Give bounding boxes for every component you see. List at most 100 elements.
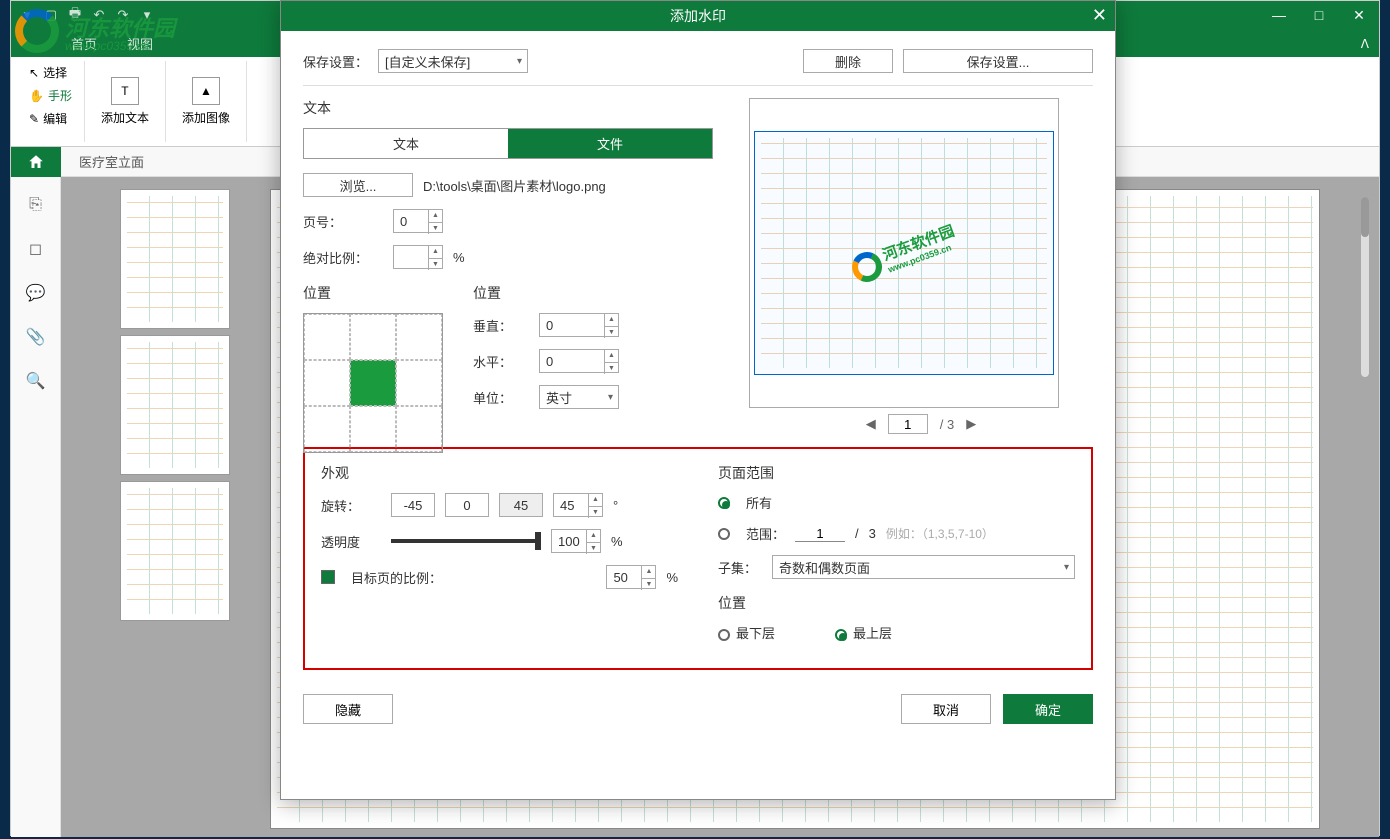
minimize-button[interactable]: — <box>1259 1 1299 29</box>
unit-select[interactable]: 英寸 <box>539 385 619 409</box>
ribbon-tab-view[interactable]: 视图 <box>127 34 153 53</box>
range-all-label: 所有 <box>746 493 772 512</box>
pencil-icon: ✎ <box>29 112 39 126</box>
position-grid-title: 位置 <box>303 283 443 303</box>
page-range-section-title: 页面范围 <box>718 463 1075 483</box>
rotate-neg45-button[interactable]: -45 <box>391 493 435 517</box>
position-offset-title: 位置 <box>473 283 713 303</box>
text-box-icon: T <box>111 77 139 105</box>
edit-tool[interactable]: ✎编辑 <box>25 107 76 130</box>
target-ratio-label: 目标页的比例： <box>351 568 461 587</box>
hand-tool[interactable]: ✋手形 <box>25 84 76 107</box>
bookmark-icon[interactable]: ◻ <box>26 239 46 259</box>
browse-button[interactable]: 浏览... <box>303 173 413 197</box>
opacity-label: 透明度 <box>321 532 381 551</box>
page-number-spinner[interactable]: 0▲▼ <box>393 209 443 233</box>
opacity-spinner[interactable]: 100▲▼ <box>551 529 601 553</box>
ok-button[interactable]: 确定 <box>1003 694 1093 724</box>
clipboard-icon[interactable]: ⎘ <box>26 195 46 215</box>
dialog-close-button[interactable]: ✕ <box>1092 5 1107 26</box>
close-window-button[interactable]: ✕ <box>1339 1 1379 29</box>
unit-label: 单位： <box>473 388 529 407</box>
text-file-tabs: 文本 文件 <box>303 128 713 159</box>
z-top-label: 最上层 <box>853 626 892 641</box>
dialog-title-bar: 添加水印 ✕ <box>281 1 1115 31</box>
abs-ratio-label: 绝对比例： <box>303 248 383 267</box>
home-tab-button[interactable] <box>11 147 61 177</box>
left-sidebar: ⎘ ◻ 💬 📎 🔍 <box>11 177 61 837</box>
qat-dropdown-icon[interactable]: ▾ <box>139 7 155 23</box>
vertical-spinner[interactable]: 0▲▼ <box>539 313 619 337</box>
z-top-radio[interactable] <box>835 629 847 641</box>
cancel-button[interactable]: 取消 <box>901 694 991 724</box>
rotate-unit: ° <box>613 498 618 513</box>
z-bottom-label: 最下层 <box>736 626 775 641</box>
range-from-input[interactable] <box>795 526 845 542</box>
tab-text[interactable]: 文本 <box>304 129 508 158</box>
z-bottom-radio[interactable] <box>718 629 730 641</box>
page-thumbnail[interactable] <box>120 481 230 621</box>
attachment-icon[interactable]: 📎 <box>26 327 46 347</box>
save-settings-label: 保存设置： <box>303 52 368 71</box>
add-watermark-dialog: 添加水印 ✕ 保存设置： [自定义未保存] 删除 保存设置... 文本 文本 文… <box>280 0 1116 800</box>
abs-ratio-spinner[interactable]: ▲▼ <box>393 245 443 269</box>
horizontal-spinner[interactable]: 0▲▼ <box>539 349 619 373</box>
target-ratio-spinner[interactable]: 50▲▼ <box>606 565 656 589</box>
rotate-0-button[interactable]: 0 <box>445 493 489 517</box>
add-image-button[interactable]: ▲ 添加图像 <box>166 61 247 142</box>
vertical-label: 垂直： <box>473 316 529 335</box>
page-number-label: 页号： <box>303 212 383 231</box>
home-icon <box>27 153 45 171</box>
rotate-label: 旋转： <box>321 496 381 515</box>
hand-icon: ✋ <box>29 89 44 103</box>
tab-file[interactable]: 文件 <box>508 129 712 158</box>
subset-label: 子集： <box>718 558 762 577</box>
ribbon-collapse-icon[interactable]: ᐱ <box>1361 37 1369 51</box>
range-label: 范围： <box>746 524 785 543</box>
delete-button[interactable]: 删除 <box>803 49 893 73</box>
position-grid-center[interactable] <box>350 360 396 406</box>
comment-icon[interactable]: 💬 <box>26 283 46 303</box>
range-to-text: 3 <box>869 526 876 541</box>
undo-icon[interactable]: ↶ <box>91 7 107 23</box>
qat-icon-2[interactable]: ▢ <box>43 7 59 23</box>
text-section-title: 文本 <box>303 98 713 118</box>
preview-page-input[interactable] <box>888 414 928 434</box>
range-example-text: 例如：（1,3,5,7-10） <box>886 525 994 542</box>
preview-next-icon[interactable]: ▶ <box>966 416 976 432</box>
page-thumbnail[interactable] <box>120 189 230 329</box>
rotate-spinner[interactable]: 45▲▼ <box>553 493 603 517</box>
position-grid[interactable] <box>303 313 443 453</box>
preview-panel: 河东软件园 www.pc0359.cn <box>749 98 1059 408</box>
save-settings-button[interactable]: 保存设置... <box>903 49 1093 73</box>
preview-page-total: / 3 <box>940 417 954 432</box>
target-ratio-checkbox[interactable] <box>321 570 335 584</box>
select-tool[interactable]: ↖选择 <box>25 61 76 84</box>
z-position-section-title: 位置 <box>718 593 1075 613</box>
appearance-section-title: 外观 <box>321 463 678 483</box>
ribbon-tab-home[interactable]: 首页 <box>71 34 97 53</box>
vertical-scrollbar[interactable] <box>1361 197 1369 377</box>
qat-icon-1[interactable]: ▾ <box>19 7 35 23</box>
print-icon[interactable]: 🖶 <box>67 7 83 23</box>
subset-select[interactable]: 奇数和偶数页面 <box>772 555 1075 579</box>
rotate-45-button[interactable]: 45 <box>499 493 543 517</box>
preview-prev-icon[interactable]: ◀ <box>866 416 876 432</box>
dialog-title: 添加水印 <box>670 6 726 26</box>
document-tab[interactable]: 医疗室立面 <box>61 152 162 171</box>
picture-icon: ▲ <box>192 77 220 105</box>
hide-button[interactable]: 隐藏 <box>303 694 393 724</box>
redo-icon[interactable]: ↷ <box>115 7 131 23</box>
file-path-text: D:\tools\桌面\图片素材\logo.png <box>423 176 606 195</box>
preview-navigation: ◀ / 3 ▶ <box>749 408 1093 440</box>
range-all-radio[interactable] <box>718 497 730 509</box>
add-text-button[interactable]: T 添加文本 <box>85 61 166 142</box>
abs-ratio-unit: % <box>453 250 465 265</box>
page-thumbnail[interactable] <box>120 335 230 475</box>
save-settings-select[interactable]: [自定义未保存] <box>378 49 528 73</box>
maximize-button[interactable]: □ <box>1299 1 1339 29</box>
opacity-slider[interactable] <box>391 539 541 543</box>
search-icon[interactable]: 🔍 <box>26 371 46 391</box>
range-separator: / <box>855 526 859 541</box>
range-custom-radio[interactable] <box>718 528 730 540</box>
